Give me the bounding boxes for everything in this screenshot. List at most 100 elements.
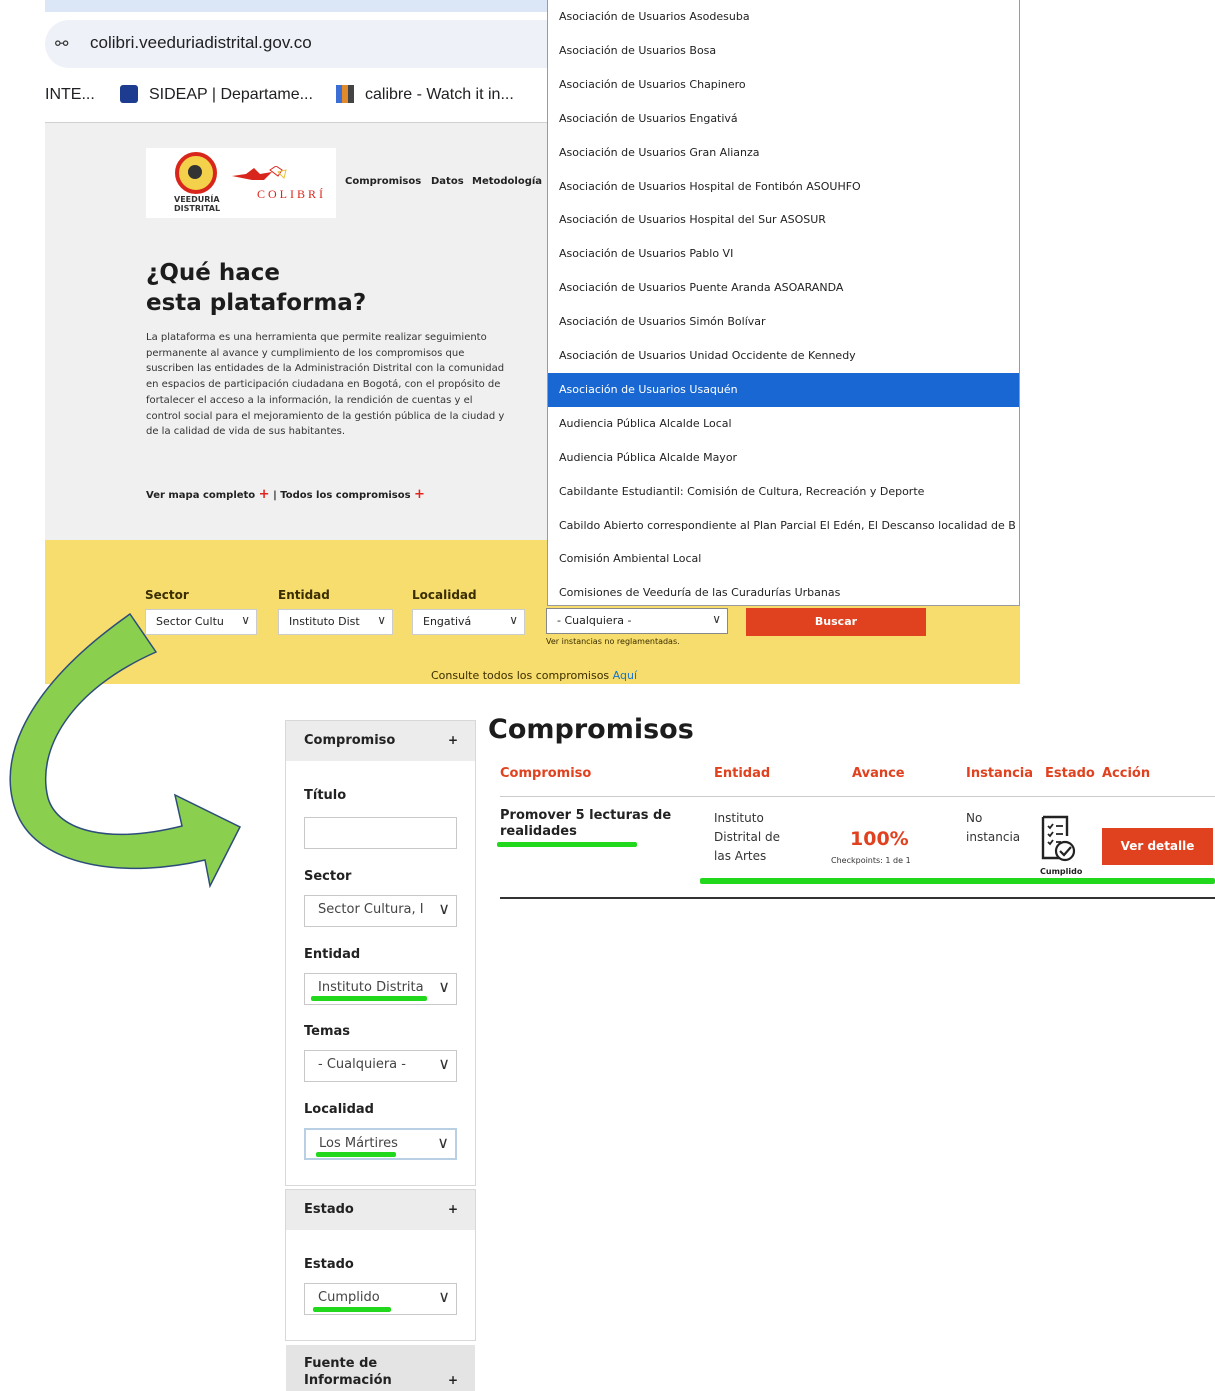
bookmark-calibre[interactable]: calibre - Watch it in... [365,86,514,104]
estado-value: Cumplido [318,1290,380,1305]
calibre-favicon-icon [336,85,354,103]
filter-instancia-select[interactable]: - Cualquiera - ∨ [546,608,728,634]
row-compromiso-title[interactable]: Promover 5 lecturas de realidades [500,808,680,840]
dropdown-option[interactable]: Asociación de Usuarios Puente Aranda ASO… [548,271,1019,305]
dropdown-option[interactable]: Cabildante Estudiantil: Comisión de Cult… [548,475,1019,509]
dropdown-option[interactable]: Comisiones de Veeduría de las Curadurías… [548,576,1019,610]
sector-select[interactable]: Sector Cultura, I ∨ [304,895,457,927]
entidad-value: Instituto Distrita [318,980,424,995]
compromiso-header-label: Compromiso [304,733,396,748]
chevron-down-icon: ∨ [377,613,386,627]
dropdown-option[interactable]: Audiencia Pública Alcalde Mayor [548,441,1019,475]
nav-datos[interactable]: Datos [431,176,464,187]
column-header-entidad[interactable]: Entidad [714,766,770,781]
todos-compromisos-link[interactable]: Todos los compromisos [280,490,410,501]
titulo-label: Título [304,788,347,803]
hero-title-line1: ¿Qué hace [146,260,281,286]
dropdown-option[interactable]: Asociación de Usuarios Simón Bolívar [548,305,1019,339]
hero-description: La plataforma es una herramienta que per… [146,332,505,438]
browser-tab-strip [45,0,548,12]
chevron-down-icon: ∨ [438,1054,450,1073]
filter-localidad-label: Localidad [412,588,477,602]
plus-icon: + [448,1202,459,1216]
green-highlight-mark [497,842,637,847]
dropdown-option[interactable]: Cabildo Abierto correspondiente al Plan … [548,509,1019,543]
logo-lens-center [188,165,202,179]
row-avance-percent: 100% [850,828,909,850]
column-header-avance[interactable]: Avance [852,766,905,781]
hero-title: ¿Qué hace esta plataforma? [146,258,366,318]
chevron-down-icon: ∨ [712,612,721,626]
chevron-down-icon: ∨ [438,1287,450,1306]
aqui-link[interactable]: Aquí [613,669,637,682]
dropdown-option[interactable]: Asociación de Usuarios Asodesuba [548,0,1019,34]
filter-localidad-value: Engativá [423,615,472,628]
localidad-value: Los Mártires [319,1136,398,1151]
dropdown-option[interactable]: Comisión Ambiental Local [548,542,1019,576]
green-highlight-mark [311,996,427,1001]
chevron-down-icon: ∨ [438,977,450,996]
plus-icon[interactable]: + [259,487,270,502]
logo-veeduria-text: VEEDURÍA DISTRITAL [174,195,221,213]
compromiso-accordion-header[interactable]: Compromiso + [286,721,475,761]
fuente-accordion-header[interactable]: Fuente de Información + [286,1345,475,1391]
temas-label: Temas [304,1024,351,1039]
filter-entidad-label: Entidad [278,588,330,602]
hero-title-line2: esta plataforma? [146,290,367,316]
entidad-label: Entidad [304,947,361,962]
column-header-compromiso[interactable]: Compromiso [500,766,591,781]
localidad-label: Localidad [304,1102,374,1117]
filter-sector-label: Sector [145,588,189,602]
table-bottom-rule [500,897,1215,899]
estado-accordion-header[interactable]: Estado + [286,1190,475,1230]
nav-compromisos[interactable]: Compromisos [345,176,421,187]
filter-entidad-value: Instituto Dist [289,615,360,628]
bookmark-sideap[interactable]: SIDEAP | Departame... [149,86,313,104]
hummingbird-logo-icon [232,166,287,180]
url-text[interactable]: colibri.veeduriadistrital.gov.co [90,33,312,53]
green-highlight-mark [316,1152,396,1157]
dropdown-option[interactable]: Asociación de Usuarios Unidad Occidente … [548,339,1019,373]
column-header-instancia[interactable]: Instancia [966,766,1033,781]
consulte-compromisos: Consulte todos los compromisos Aquí [431,669,637,682]
site-settings-icon[interactable]: ⚯ [55,33,77,55]
dropdown-option[interactable]: Asociación de Usuarios Chapinero [548,68,1019,102]
fuente-header-line2: Información [304,1373,392,1388]
nav-metodologia[interactable]: Metodología [472,176,542,187]
row-instancia: No instancia [966,811,1021,844]
fuente-header-line1: Fuente de [304,1356,378,1371]
consulte-text: Consulte todos los compromisos [431,669,610,682]
dropdown-option[interactable]: Asociación de Usuarios Usaquén [548,372,1019,407]
column-header-estado[interactable]: Estado [1045,766,1095,781]
titulo-input[interactable] [304,817,457,849]
dropdown-option[interactable]: Audiencia Pública Alcalde Local [548,407,1019,441]
column-header-accion: Acción [1102,766,1151,781]
curved-arrow-icon [9,612,242,889]
filter-instancia-value: - Cualquiera - [557,614,632,627]
sector-label: Sector [304,869,352,884]
dropdown-option[interactable]: Asociación de Usuarios Engativá [548,102,1019,136]
instancia-dropdown-list[interactable]: Asociación de Usuarios Asodesuba Asociaci… [547,0,1020,606]
chevron-down-icon: ∨ [437,1133,449,1152]
buscar-button[interactable]: Buscar [746,608,926,636]
green-highlight-mark [313,1307,391,1312]
temas-select[interactable]: - Cualquiera - ∨ [304,1050,457,1082]
ver-mapa-link[interactable]: Ver mapa completo [146,490,255,501]
results-title: Compromisos [488,714,694,745]
plus-icon[interactable]: + [414,487,425,502]
filter-entidad-select[interactable]: Instituto Dist ∨ [278,609,393,635]
dropdown-option[interactable]: Asociación de Usuarios Gran Alianza [548,136,1019,170]
dropdown-option[interactable]: Asociación de Usuarios Pablo VI [548,237,1019,271]
filter-localidad-select[interactable]: Engativá ∨ [412,609,525,635]
dropdown-option[interactable]: Asociación de Usuarios Bosa [548,34,1019,68]
bookmark-inte[interactable]: INTE... [45,86,95,104]
instancias-no-reglamentadas-link[interactable]: Ver instancias no reglamentadas. [546,637,680,646]
estado-header-label: Estado [304,1202,354,1217]
row-estado-label: Cumplido [1040,867,1083,876]
dropdown-option[interactable]: Asociación de Usuarios Hospital de Fonti… [548,170,1019,204]
dropdown-option[interactable]: Asociación de Usuarios Hospital del Sur … [548,203,1019,237]
hero-links: Ver mapa completo + | Todos los compromi… [146,487,425,502]
checklist-cumplido-icon [1041,815,1076,862]
arrow-shape [9,612,242,889]
ver-detalle-button[interactable]: Ver detalle [1102,828,1213,865]
